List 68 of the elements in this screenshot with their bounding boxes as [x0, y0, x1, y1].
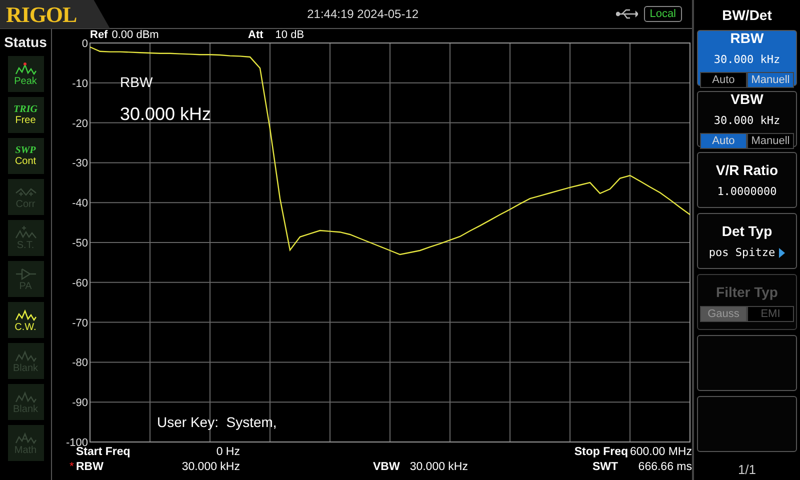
wave-icon: [14, 226, 38, 240]
start-freq-value: 0 Hz: [215, 445, 240, 460]
amplifier-icon: [14, 266, 38, 280]
option-toggle[interactable]: Manuell: [747, 132, 794, 149]
status-label: C.W.: [14, 322, 36, 332]
softkey[interactable]: VBW 30.000 kHz Auto Manuell: [697, 91, 797, 147]
y-tick-label: -40: [72, 198, 88, 210]
page-indicator: 1/1: [738, 461, 756, 479]
softkey[interactable]: Det Typ pos Spitze: [697, 213, 797, 269]
y-tick-label: -60: [72, 277, 88, 290]
status-label: Cont: [14, 156, 36, 167]
start-freq-label: Start Freq: [76, 446, 132, 460]
wave-icon: [14, 308, 38, 322]
wave-icon: [14, 430, 38, 444]
user-key-text: User Key: System,: [157, 413, 277, 432]
y-tick-label: -90: [72, 397, 88, 410]
softkey[interactable]: RBW 30.000 kHz Auto Manuell: [697, 30, 797, 86]
status-label: Free: [15, 115, 36, 126]
attenuation-label: Att: [248, 29, 264, 42]
annotation-title: RBW: [120, 73, 153, 92]
softkey-value: 30.000 kHz: [714, 52, 780, 68]
ref-level-value: 0.00 dBm: [112, 29, 159, 42]
vbw-value: 30.000 kHz: [410, 460, 468, 475]
option-toggle[interactable]: Auto: [700, 132, 747, 149]
submenu-arrow-icon: [779, 248, 786, 258]
softkey-label: Det Typ: [722, 222, 772, 241]
wave-icon: [14, 348, 38, 362]
sweep-time-value: 666.66 ms: [637, 460, 692, 475]
datetime: 21:44:19 2024-05-12: [307, 7, 419, 21]
sweep-time-label: SWT: [591, 460, 619, 475]
rbw-value: 30.000 kHz: [180, 460, 240, 475]
menu-title: BW/Det: [722, 6, 772, 25]
y-tick-label: 0: [82, 38, 88, 50]
status-tag: SWP: [15, 145, 36, 156]
usb-icon: [616, 9, 638, 19]
softkey[interactable]: V/R Ratio 1.0000000: [697, 152, 797, 208]
status-tag: TRIG: [14, 104, 38, 115]
y-tick-label: -20: [72, 118, 88, 130]
stop-freq-value: 600.00 MHz: [628, 445, 692, 460]
logo: RIGOL: [6, 0, 77, 28]
softkey-label: VBW: [730, 90, 764, 110]
annotation-value: 30.000 kHz: [120, 103, 212, 126]
status-label: Peak: [14, 76, 37, 86]
modified-marker: *: [68, 460, 75, 475]
wave-icon: [14, 390, 38, 404]
attenuation-value: 10 dB: [275, 29, 304, 42]
option-toggle[interactable]: Manuell: [747, 72, 794, 88]
softkey-label: V/R Ratio: [716, 160, 778, 180]
y-tick-label: -50: [72, 238, 88, 250]
y-tick-label: -80: [72, 357, 88, 370]
softkey-value: 30.000 kHz: [714, 113, 780, 130]
remote-status-badge: Local: [644, 6, 682, 22]
y-tick-label: -10: [72, 78, 88, 90]
softkey-label: RBW: [730, 29, 764, 48]
softkey-value: 1.0000000: [717, 184, 777, 200]
stop-freq-label: Stop Freq: [573, 445, 628, 460]
ref-label: Ref: [90, 29, 108, 42]
y-tick-label: -70: [72, 317, 88, 330]
status-title: Status: [4, 33, 47, 52]
vbw-label: VBW: [372, 460, 400, 475]
softkey-label: Filter Typ: [716, 283, 778, 302]
empty-softkey[interactable]: [697, 335, 797, 391]
option-toggle[interactable]: Auto: [700, 72, 747, 88]
peak-wave-icon: [14, 62, 38, 76]
empty-softkey[interactable]: [697, 396, 797, 452]
y-tick-label: -30: [72, 158, 88, 170]
rbw-label: RBW: [76, 460, 104, 475]
softkey-value: pos Spitze: [708, 244, 776, 261]
